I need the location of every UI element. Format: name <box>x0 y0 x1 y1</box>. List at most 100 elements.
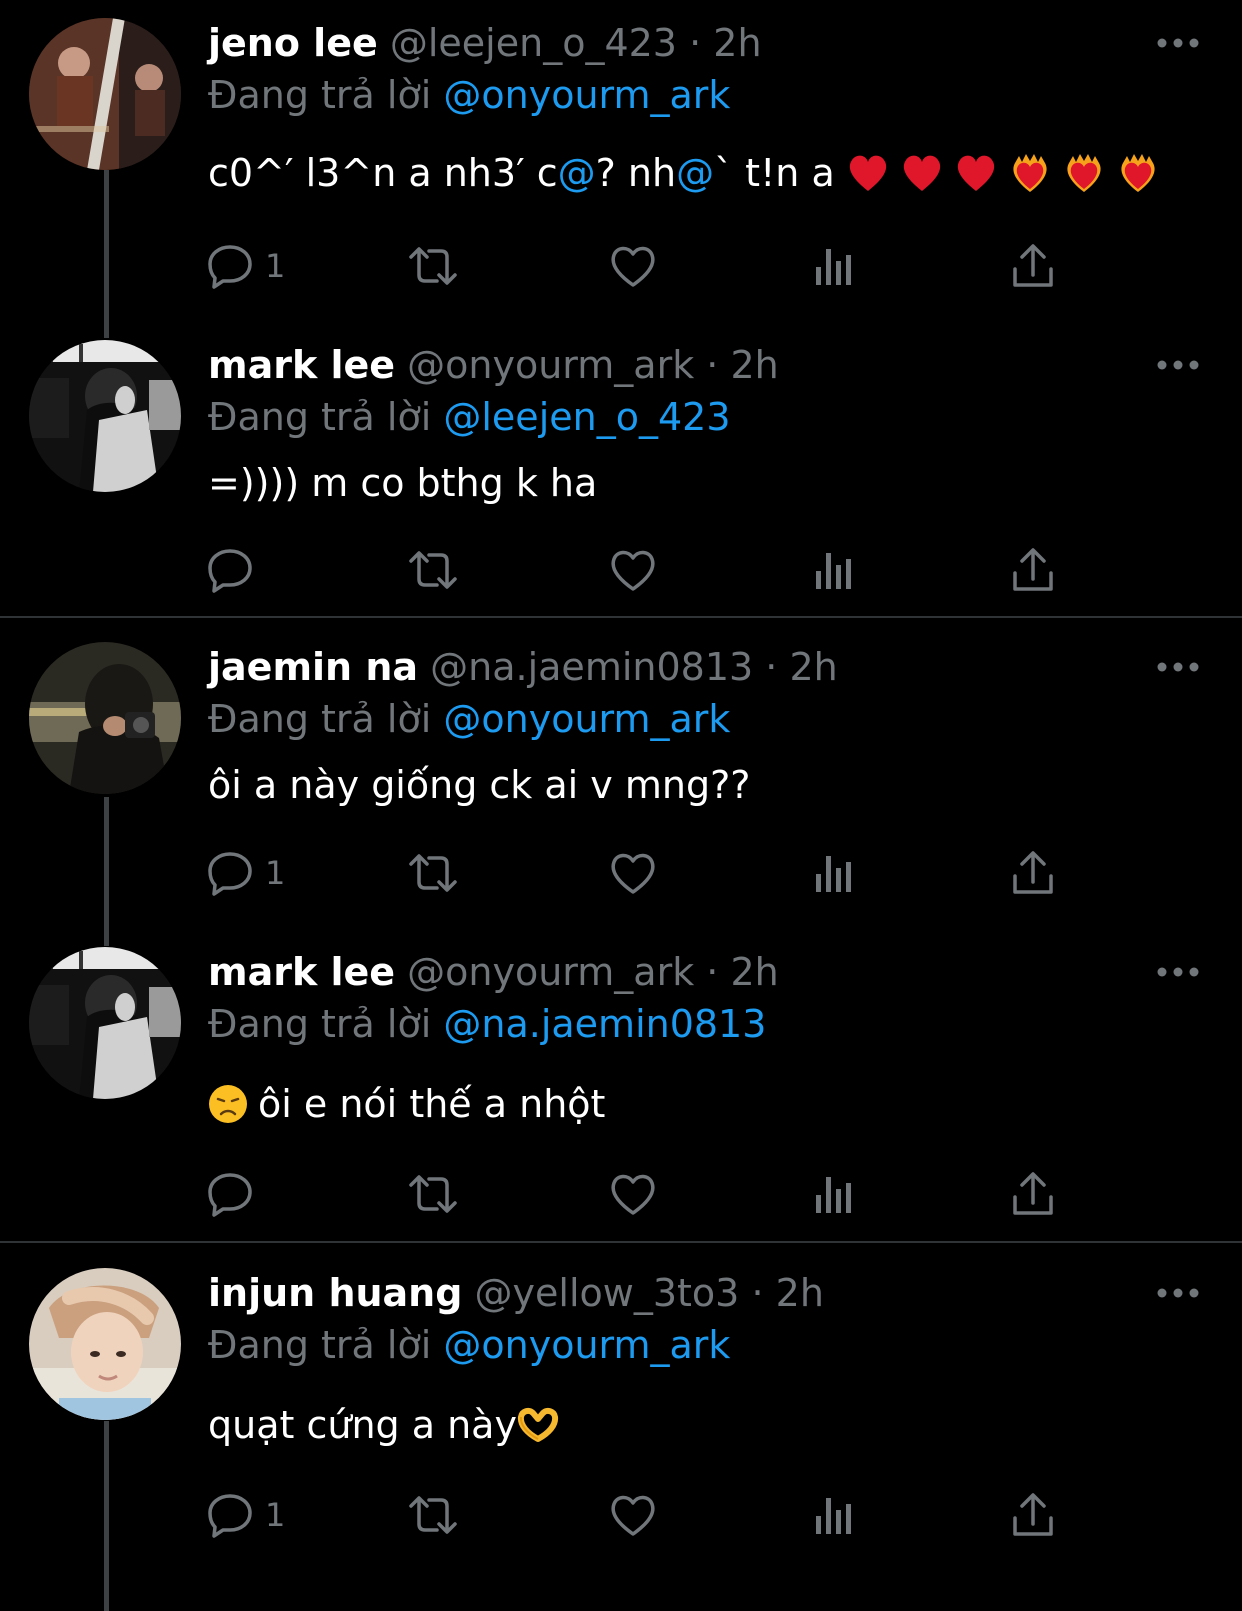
thread-divider <box>0 616 1242 618</box>
separator-dot: · <box>706 950 719 994</box>
handle[interactable]: @yellow_3to3 <box>475 1271 740 1315</box>
reply-button[interactable]: 1 <box>205 1487 285 1543</box>
replying-to-mention[interactable]: @onyourm_ark <box>443 1323 730 1367</box>
views-button[interactable] <box>812 1166 856 1222</box>
reply-icon <box>208 1494 252 1538</box>
views-icon <box>816 1177 851 1213</box>
heart-on-fire-emoji <box>1121 153 1155 192</box>
views-icon <box>816 1498 851 1534</box>
tweet-text-at: @ <box>676 151 715 195</box>
thread-line <box>104 170 109 338</box>
retweet-icon <box>409 1496 457 1534</box>
red-heart-emoji <box>957 155 995 191</box>
tweet-text-part: ? nh <box>595 151 677 195</box>
replying-to-label: Đang trả lời <box>208 1002 432 1046</box>
separator-dot: · <box>706 343 719 387</box>
retweet-button[interactable] <box>405 542 461 598</box>
share-icon <box>1013 1172 1053 1215</box>
more-options-icon[interactable] <box>1156 960 1200 984</box>
views-button[interactable] <box>812 542 856 598</box>
avatar[interactable] <box>29 18 181 170</box>
display-name[interactable]: mark lee <box>208 950 395 994</box>
reply-button[interactable]: 1 <box>205 845 285 901</box>
like-button[interactable] <box>608 1166 658 1222</box>
retweet-button[interactable] <box>405 1487 461 1543</box>
handle[interactable]: @leejen_o_423 <box>390 21 677 65</box>
replying-to: Đang trả lời @onyourm_ark <box>208 70 730 120</box>
timestamp[interactable]: 2h <box>789 645 837 689</box>
avatar[interactable] <box>29 1268 181 1420</box>
retweet-button[interactable] <box>405 845 461 901</box>
tweet-text-body: ôi e nói thế a nhột <box>258 1082 606 1126</box>
avatar[interactable] <box>29 947 181 1099</box>
retweet-button[interactable] <box>405 238 461 294</box>
separator-dot: · <box>765 645 778 689</box>
share-icon <box>1013 244 1053 287</box>
replying-to-mention[interactable]: @na.jaemin0813 <box>443 1002 766 1046</box>
more-options-icon[interactable] <box>1156 353 1200 377</box>
like-button[interactable] <box>608 542 658 598</box>
views-icon <box>816 249 851 285</box>
replying-to-mention[interactable]: @onyourm_ark <box>443 73 730 117</box>
tweet-text: ôi e nói thế a nhột <box>208 1077 605 1131</box>
like-button[interactable] <box>608 845 658 901</box>
retweet-icon <box>409 551 457 589</box>
share-button[interactable] <box>1010 845 1056 901</box>
views-button[interactable] <box>812 238 856 294</box>
tweet-text: ôi a này giống ck ai v mng?? <box>208 763 751 807</box>
share-button[interactable] <box>1010 542 1056 598</box>
handle[interactable]: @na.jaemin0813 <box>430 645 753 689</box>
tweet-actions: 1 <box>205 238 1105 294</box>
like-button[interactable] <box>608 238 658 294</box>
replying-to-mention[interactable]: @onyourm_ark <box>443 697 730 741</box>
display-name[interactable]: jeno lee <box>208 21 378 65</box>
retweet-icon <box>409 854 457 892</box>
reply-button[interactable] <box>205 542 265 598</box>
heart-on-fire-emoji <box>1067 153 1101 192</box>
tweet-text-at: @ <box>557 151 596 195</box>
share-button[interactable] <box>1010 1487 1056 1543</box>
more-options-icon[interactable] <box>1156 1281 1200 1305</box>
replying-to-label: Đang trả lời <box>208 697 432 741</box>
replying-to-mention[interactable]: @leejen_o_423 <box>443 395 730 439</box>
tweet-header: jeno lee @leejen_o_423 · 2h <box>208 18 762 68</box>
more-options-icon[interactable] <box>1156 31 1200 55</box>
reply-icon <box>208 245 252 289</box>
tweet-actions: 1 <box>205 845 1105 901</box>
tweet-actions: 1 <box>205 1487 1105 1543</box>
share-button[interactable] <box>1010 1166 1056 1222</box>
retweet-button[interactable] <box>405 1166 461 1222</box>
like-icon <box>611 550 655 591</box>
like-button[interactable] <box>608 1487 658 1543</box>
like-icon <box>611 1174 655 1215</box>
views-button[interactable] <box>812 1487 856 1543</box>
display-name[interactable]: injun huang <box>208 1271 462 1315</box>
thread-line <box>104 1421 109 1611</box>
share-icon <box>1013 548 1053 591</box>
replying-to-label: Đang trả lời <box>208 1323 432 1367</box>
tweet-text-part: c0^′ l3^n a nh3′ c <box>208 151 558 195</box>
handle[interactable]: @onyourm_ark <box>407 950 694 994</box>
timestamp[interactable]: 2h <box>776 1271 824 1315</box>
reply-count: 1 <box>265 247 286 285</box>
timestamp[interactable]: 2h <box>730 343 778 387</box>
heart-hands-emoji <box>517 1407 558 1442</box>
views-button[interactable] <box>812 845 856 901</box>
separator-dot: · <box>689 21 702 65</box>
views-icon <box>816 553 851 589</box>
handle[interactable]: @onyourm_ark <box>407 343 694 387</box>
reply-button[interactable]: 1 <box>205 238 285 294</box>
timestamp[interactable]: 2h <box>713 21 761 65</box>
share-button[interactable] <box>1010 238 1056 294</box>
reply-button[interactable] <box>205 1166 265 1222</box>
tweet-actions <box>205 542 1105 598</box>
display-name[interactable]: mark lee <box>208 343 395 387</box>
avatar[interactable] <box>29 642 181 794</box>
avatar[interactable] <box>29 340 181 492</box>
replying-to-label: Đang trả lời <box>208 395 432 439</box>
views-icon <box>816 856 851 892</box>
more-options-icon[interactable] <box>1156 655 1200 679</box>
timestamp[interactable]: 2h <box>730 950 778 994</box>
retweet-icon <box>409 247 457 285</box>
display-name[interactable]: jaemin na <box>208 645 418 689</box>
